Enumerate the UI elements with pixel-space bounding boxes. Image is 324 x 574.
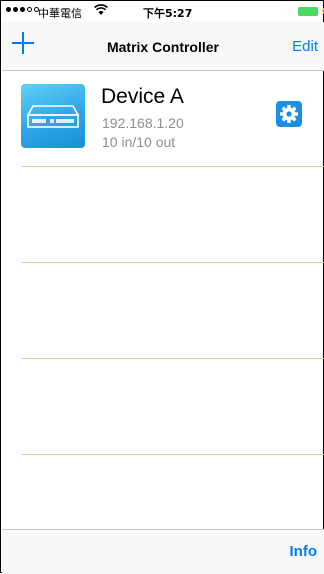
gear-icon	[280, 105, 298, 123]
list-item	[2, 167, 324, 263]
charging-bolt-icon: ⚡	[319, 5, 324, 16]
matrix-device-icon	[21, 84, 85, 148]
device-name: Device A	[101, 85, 184, 108]
wifi-icon	[94, 4, 108, 19]
device-settings-button[interactable]	[276, 101, 302, 127]
device-list: Device A 192.168.1.20 10 in/10 out	[2, 71, 324, 455]
device-row[interactable]: Device A 192.168.1.20 10 in/10 out	[2, 71, 324, 167]
edit-button[interactable]: Edit	[292, 38, 318, 55]
list-item	[2, 359, 324, 455]
list-item	[2, 263, 324, 359]
signal-strength-icon	[6, 7, 39, 12]
device-io: 10 in/10 out	[102, 134, 176, 150]
device-ip: 192.168.1.20	[102, 115, 184, 131]
battery-icon	[298, 7, 318, 16]
info-button[interactable]: Info	[290, 543, 318, 560]
status-time: 下午5:27	[143, 7, 193, 20]
app-frame: 中華電信 下午5:27 ⚡ Matrix Controller Edit	[0, 0, 324, 574]
navigation-bar: Matrix Controller Edit	[2, 22, 324, 71]
row-separator	[22, 454, 324, 455]
bottom-toolbar: Info	[2, 529, 324, 574]
page-title: Matrix Controller	[106, 39, 219, 55]
status-bar: 中華電信 下午5:27 ⚡	[2, 2, 324, 22]
carrier-name: 中華電信	[38, 7, 82, 20]
